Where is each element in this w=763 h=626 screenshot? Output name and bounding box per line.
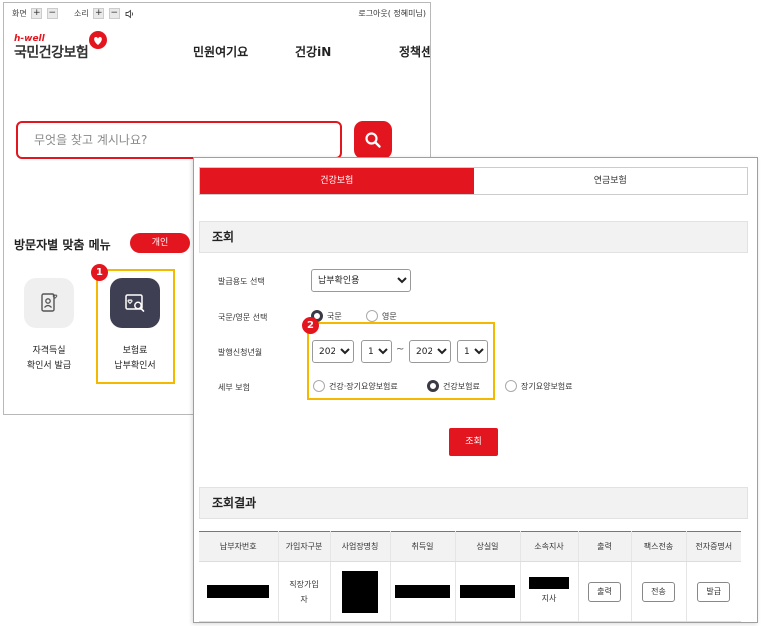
fax-send-button[interactable]: 전송 <box>642 581 675 602</box>
search-box <box>16 121 342 159</box>
cell-member-type: 직장가입자 <box>278 561 331 622</box>
radio-longterm-only-circle[interactable] <box>505 380 517 392</box>
logo-subtitle: h-well <box>14 34 45 44</box>
col-workplace-name: 사업장명칭 <box>330 531 391 562</box>
cell-e-certificate: 발급 <box>686 561 741 622</box>
logo-title: 국민건강보험 <box>14 45 89 61</box>
step-badge-1: 1 <box>91 264 108 281</box>
cell-payer-number <box>199 561 279 622</box>
radio-longterm-only[interactable]: 장기요양보험료 <box>505 380 573 392</box>
speaker-icon[interactable] <box>125 9 135 19</box>
col-acquisition-date: 취득일 <box>390 531 456 562</box>
detail-insurance-label: 세부 보험 <box>218 383 250 392</box>
search-icon <box>365 132 381 148</box>
redacted-block <box>342 570 378 613</box>
purpose-label: 발급용도 선택 <box>218 277 265 286</box>
step-badge-2: 2 <box>302 317 319 334</box>
cell-print: 출력 <box>578 561 632 622</box>
nav-item-civil-service[interactable]: 민원여기요 <box>193 43 248 60</box>
col-member-type: 가입자구분 <box>278 531 331 562</box>
col-loss-date: 상실일 <box>455 531 521 562</box>
query-button[interactable]: 조회 <box>449 428 498 456</box>
nav-item-policy-center[interactable]: 정책센 <box>399 43 430 60</box>
print-button[interactable]: 출력 <box>588 581 621 602</box>
result-section-title: 조회결과 <box>199 487 748 519</box>
radio-english[interactable]: 영문 <box>366 310 397 322</box>
redacted-block <box>529 577 569 589</box>
sound-label: 소리 <box>74 9 89 18</box>
payment-certificate-window: 건강보험 연금보험 조회 발급용도 선택 납부확인용 국문/영문 선택 국문 영… <box>193 157 758 623</box>
cell-workplace-name <box>330 561 391 622</box>
col-payer-number: 납부자번호 <box>199 531 279 562</box>
id-card-heart-icon <box>41 293 58 312</box>
screen-zoom-control: 화면 + − <box>12 8 58 19</box>
table-header-row: 납부자번호 가입자구분 사업장명칭 취득일 상실일 소속지사 출력 팩스전송 전… <box>199 531 741 562</box>
query-section-title: 조회 <box>199 221 748 253</box>
search-input[interactable] <box>18 123 340 157</box>
cell-acquisition-date <box>390 561 456 622</box>
sound-control: 소리 + − <box>74 8 135 19</box>
result-table: 납부자번호 가입자구분 사업장명칭 취득일 상실일 소속지사 출력 팩스전송 전… <box>199 531 741 622</box>
col-branch: 소속지사 <box>520 531 579 562</box>
qualification-certificate-label: 자격득실 확인서 발급 <box>26 346 72 371</box>
heart-logo-icon <box>89 31 107 49</box>
visitor-menu-title: 방문자별 맞춤 메뉴 <box>14 238 111 252</box>
period-label: 발행신청년월 <box>218 348 263 357</box>
purpose-select[interactable]: 납부확인용 <box>311 269 411 292</box>
tile-highlight-box <box>96 269 175 384</box>
screen-plus-button[interactable]: + <box>31 8 43 19</box>
nhis-logo[interactable]: h-well 국민건강보험 <box>14 31 107 62</box>
cell-fax: 전송 <box>631 561 687 622</box>
sound-plus-button[interactable]: + <box>93 8 105 19</box>
insurance-tabs: 건강보험 연금보험 <box>199 167 748 195</box>
personal-toggle-button[interactable]: 개인 <box>130 233 190 253</box>
form-highlight-box <box>307 322 495 400</box>
language-label: 국문/영문 선택 <box>218 313 268 322</box>
redacted-block <box>207 585 270 598</box>
tab-pension-insurance[interactable]: 연금보험 <box>474 168 748 194</box>
tab-health-insurance[interactable]: 건강보험 <box>200 168 474 194</box>
nav-item-health-in[interactable]: 건강iN <box>295 43 331 60</box>
branch-suffix: 지사 <box>541 594 557 603</box>
screen-minus-button[interactable]: − <box>46 8 58 19</box>
search-button[interactable] <box>354 121 392 159</box>
col-print: 출력 <box>578 531 632 562</box>
qualification-certificate-tile[interactable] <box>24 278 74 328</box>
screen-label: 화면 <box>12 9 27 18</box>
cell-loss-date <box>455 561 521 622</box>
cell-branch: 지사 <box>520 561 579 622</box>
radio-english-circle[interactable] <box>366 310 378 322</box>
table-row: 직장가입자 지사 출력 전송 발급 <box>199 561 741 622</box>
issue-button[interactable]: 발급 <box>697 581 731 602</box>
redacted-block <box>460 585 515 598</box>
redacted-block <box>395 585 450 598</box>
accessibility-bar: 화면 + − 소리 + − 로그아웃( 정혜미님) <box>4 3 430 23</box>
sound-minus-button[interactable]: − <box>108 8 120 19</box>
logout-link[interactable]: 로그아웃( 정혜미님) <box>358 8 426 19</box>
col-e-certificate: 전자증명서 <box>686 531 741 562</box>
col-fax: 팩스전송 <box>631 531 687 562</box>
